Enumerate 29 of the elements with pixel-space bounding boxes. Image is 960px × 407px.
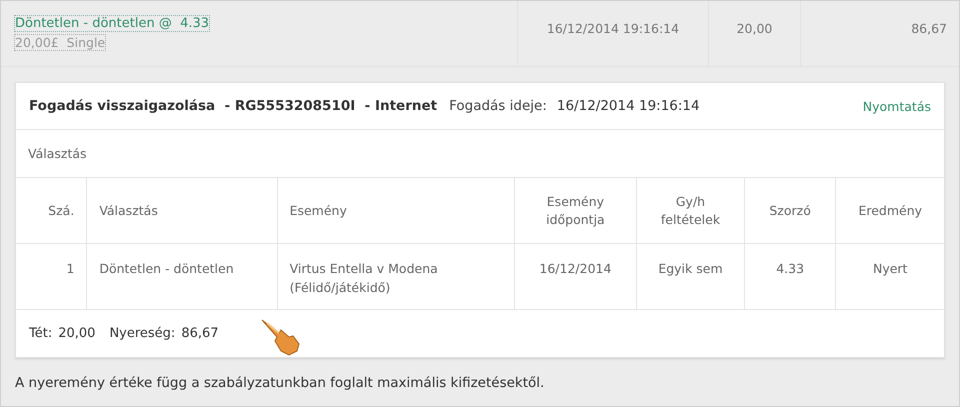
column-header: Gy/h feltételek — [636, 178, 744, 244]
table-cell: Nyert — [836, 244, 944, 310]
bet-time: 16/12/2014 19:16:14 — [556, 98, 700, 114]
print-link[interactable]: Nyomtatás — [862, 98, 931, 114]
column-header: Esemény időpontja — [514, 178, 637, 244]
total-value: 20,00 — [58, 326, 96, 340]
table-cell: 16/12/2014 — [514, 244, 637, 310]
column-header: Esemény — [277, 178, 514, 244]
stake-type-link[interactable]: 20,00£ Single — [14, 34, 106, 51]
column-header: Eredmény — [836, 178, 944, 244]
table-cell: 1 — [16, 244, 87, 310]
table-cell: Virtus Entella v Modena (Félidő/játékidő) — [277, 244, 514, 310]
section-label: Választás — [28, 146, 87, 161]
total-value: 86,67 — [181, 326, 219, 340]
bet-stake: 20,00 — [708, 1, 800, 66]
column-header: Választás — [86, 178, 278, 244]
confirmation-title: Fogadás visszaigazolása - RG5553208510I - Internet — [29, 98, 438, 114]
table-cell: Döntetlen - döntetlen — [86, 244, 278, 310]
table-cell: Egyik sem — [636, 244, 744, 310]
total-label: Tét: — [29, 326, 52, 340]
selection-link[interactable]: Döntetlen - döntetlen @ 4.33 — [14, 15, 210, 32]
bet-return: 86,67 — [800, 1, 959, 66]
payout-note: A nyeremény értéke függ a szabályzatunkban foglalt maximális kifizetésektől. — [14, 374, 546, 391]
total-label: Nyereség: — [109, 326, 176, 340]
column-header: Szá. — [16, 178, 87, 244]
bet-date: 16/12/2014 19:16:14 — [517, 1, 708, 66]
bet-time-label: Fogadás ideje: — [449, 98, 547, 114]
table-cell: 4.33 — [744, 244, 836, 310]
column-header: Szorzó — [744, 178, 836, 244]
